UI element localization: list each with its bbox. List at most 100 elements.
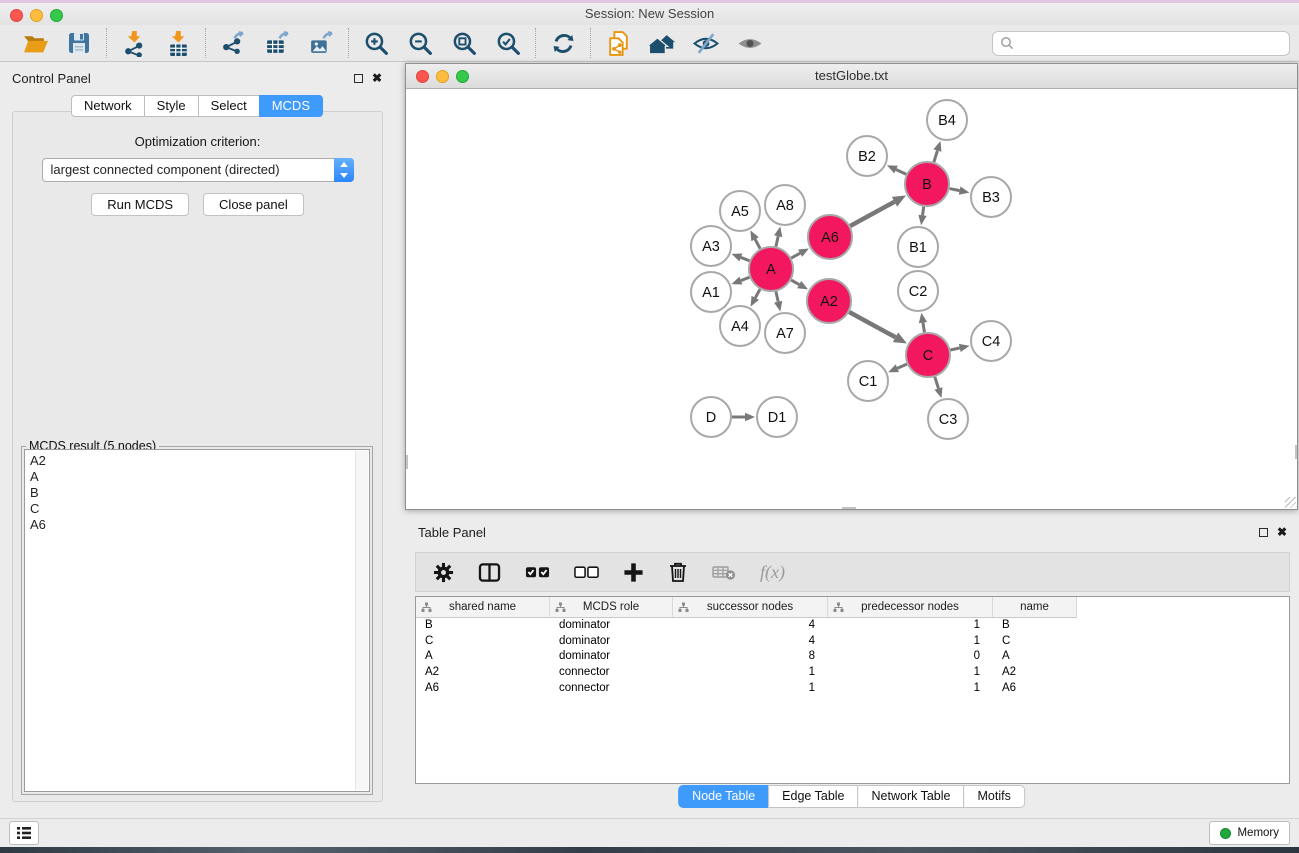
show-columns-icon[interactable] bbox=[478, 562, 501, 583]
table-cell[interactable]: C bbox=[993, 634, 1077, 650]
close-panel-button[interactable]: Close panel bbox=[203, 193, 304, 216]
result-scrollbar[interactable] bbox=[355, 451, 368, 790]
trash-icon[interactable] bbox=[668, 561, 688, 583]
memory-button[interactable]: Memory bbox=[1209, 821, 1290, 845]
table-cell[interactable]: 8 bbox=[673, 649, 828, 665]
result-item[interactable]: A6 bbox=[30, 517, 369, 533]
table-cell[interactable]: 1 bbox=[828, 681, 993, 697]
toolbar-search[interactable] bbox=[992, 31, 1290, 56]
tab-select[interactable]: Select bbox=[198, 95, 260, 117]
graph-node-C[interactable]: C bbox=[906, 333, 950, 377]
save-session-icon[interactable] bbox=[65, 29, 93, 57]
column-header-MCDS-role[interactable]: MCDS role bbox=[550, 597, 673, 618]
graph-edge-A-A5[interactable] bbox=[755, 239, 760, 248]
zoom-in-icon[interactable] bbox=[362, 29, 390, 57]
graph-edge-C-C4[interactable] bbox=[950, 348, 959, 350]
tab-style[interactable]: Style bbox=[144, 95, 199, 117]
graph-node-A1[interactable]: A1 bbox=[691, 272, 731, 312]
graph-node-A6[interactable]: A6 bbox=[808, 215, 852, 259]
add-icon[interactable] bbox=[623, 562, 644, 583]
show-panel-eye-icon[interactable] bbox=[736, 29, 764, 57]
column-header-shared-name[interactable]: shared name bbox=[416, 597, 550, 618]
graph-edge-A6-B[interactable] bbox=[850, 202, 894, 226]
open-session-icon[interactable] bbox=[21, 29, 49, 57]
graph-node-A7[interactable]: A7 bbox=[765, 313, 805, 353]
float-table-panel-icon[interactable] bbox=[1259, 528, 1268, 537]
table-cell[interactable]: dominator bbox=[550, 618, 673, 634]
table-cell[interactable]: 0 bbox=[828, 649, 993, 665]
network-canvas[interactable]: B4B2BB3A8A5A6A3B1AC2A1A2A4A7C4CC1DD1C3 bbox=[406, 89, 1297, 509]
table-cell[interactable]: B bbox=[416, 618, 550, 634]
select-all-icon[interactable] bbox=[525, 565, 550, 579]
table-row[interactable]: Adominator80A bbox=[416, 649, 1289, 665]
table-cell[interactable]: connector bbox=[550, 681, 673, 697]
network-close-button[interactable] bbox=[416, 70, 429, 83]
tab-mcds[interactable]: MCDS bbox=[259, 95, 323, 117]
minimize-window-button[interactable] bbox=[30, 9, 43, 22]
table-cell[interactable]: A6 bbox=[416, 681, 550, 697]
h-scroll-nub[interactable] bbox=[842, 507, 856, 509]
v-scroll-nub[interactable] bbox=[406, 455, 408, 469]
export-table-icon[interactable] bbox=[263, 29, 291, 57]
zoom-out-icon[interactable] bbox=[406, 29, 434, 57]
graph-node-A[interactable]: A bbox=[749, 247, 793, 291]
graph-node-A8[interactable]: A8 bbox=[765, 185, 805, 225]
column-header-name[interactable]: name bbox=[993, 597, 1077, 618]
optimization-criterion-dropdown[interactable]: largest connected component (directed) bbox=[42, 158, 354, 182]
graph-edge-A-A3[interactable] bbox=[741, 257, 750, 260]
mcds-result-list[interactable]: A2ABCA6 bbox=[24, 449, 370, 792]
table-cell[interactable]: A2 bbox=[993, 665, 1077, 681]
graph-node-A4[interactable]: A4 bbox=[720, 306, 760, 346]
clone-network-icon[interactable] bbox=[604, 29, 632, 57]
graph-node-A5[interactable]: A5 bbox=[720, 191, 760, 231]
graph-node-C3[interactable]: C3 bbox=[928, 399, 968, 439]
table-cell[interactable]: A bbox=[416, 649, 550, 665]
graph-edge-A-A8[interactable] bbox=[776, 236, 778, 246]
graph-node-B4[interactable]: B4 bbox=[927, 100, 967, 140]
homes-icon[interactable] bbox=[648, 29, 676, 57]
graph-edge-C-C2[interactable] bbox=[923, 323, 925, 333]
import-network-icon[interactable] bbox=[120, 29, 148, 57]
zoom-fit-icon[interactable] bbox=[450, 29, 478, 57]
table-row[interactable]: Bdominator41B bbox=[416, 618, 1289, 634]
table-cell[interactable]: 1 bbox=[828, 665, 993, 681]
tab-node-table[interactable]: Node Table bbox=[678, 785, 769, 808]
graph-node-D1[interactable]: D1 bbox=[757, 397, 797, 437]
graph-node-D[interactable]: D bbox=[691, 397, 731, 437]
v-scroll-nub-right[interactable] bbox=[1295, 445, 1297, 459]
table-cell[interactable]: 1 bbox=[828, 618, 993, 634]
float-panel-icon[interactable] bbox=[354, 74, 363, 83]
tab-edge-table[interactable]: Edge Table bbox=[768, 785, 858, 808]
table-cell[interactable]: 4 bbox=[673, 618, 828, 634]
import-table-icon[interactable] bbox=[164, 29, 192, 57]
table-cell[interactable]: 4 bbox=[673, 634, 828, 650]
graph-node-A3[interactable]: A3 bbox=[691, 226, 731, 266]
tab-motifs[interactable]: Motifs bbox=[963, 785, 1024, 808]
tab-network[interactable]: Network bbox=[71, 95, 145, 117]
table-cell[interactable]: A2 bbox=[416, 665, 550, 681]
run-mcds-button[interactable]: Run MCDS bbox=[91, 193, 189, 216]
close-panel-icon[interactable]: ✖ bbox=[372, 74, 382, 83]
graph-node-B2[interactable]: B2 bbox=[847, 136, 887, 176]
search-input[interactable] bbox=[1014, 36, 1282, 50]
result-item[interactable]: B bbox=[30, 485, 369, 501]
graph-edge-A-A2[interactable] bbox=[791, 280, 799, 284]
graph-edge-C-C1[interactable] bbox=[897, 364, 907, 368]
resize-grip-icon[interactable] bbox=[1285, 497, 1296, 508]
graph-edge-B-B1[interactable] bbox=[923, 207, 924, 216]
network-zoom-button[interactable] bbox=[456, 70, 469, 83]
graph-edge-B-B4[interactable] bbox=[934, 151, 938, 163]
table-cell[interactable]: connector bbox=[550, 665, 673, 681]
table-cell[interactable]: 1 bbox=[828, 634, 993, 650]
deselect-all-icon[interactable] bbox=[574, 565, 599, 579]
tab-network-table[interactable]: Network Table bbox=[858, 785, 965, 808]
export-network-icon[interactable] bbox=[219, 29, 247, 57]
graph-node-B1[interactable]: B1 bbox=[898, 227, 938, 267]
table-cell[interactable]: dominator bbox=[550, 634, 673, 650]
network-window-titlebar[interactable]: testGlobe.txt bbox=[406, 64, 1297, 89]
graph-edge-A-A7[interactable] bbox=[776, 291, 778, 301]
table-cell[interactable]: A bbox=[993, 649, 1077, 665]
table-row[interactable]: Cdominator41C bbox=[416, 634, 1289, 650]
result-item[interactable]: A bbox=[30, 469, 369, 485]
result-item[interactable]: A2 bbox=[30, 453, 369, 469]
